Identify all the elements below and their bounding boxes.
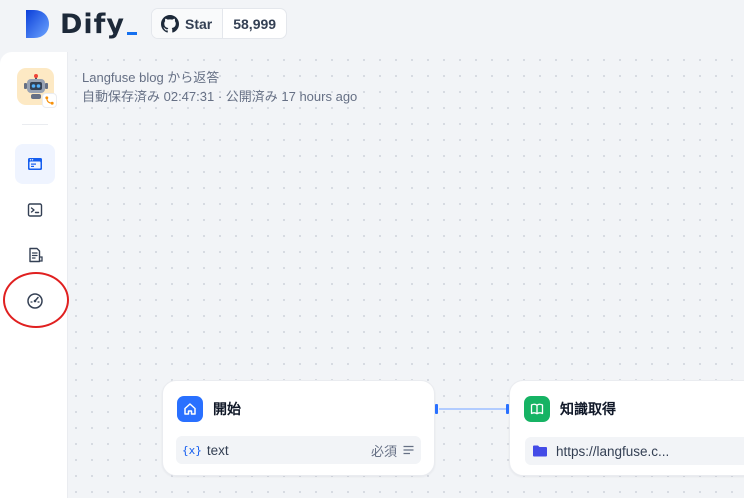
book-icon: [524, 396, 550, 422]
annotation-circle: [3, 272, 69, 328]
start-node[interactable]: 開始 {x} text 必須: [162, 380, 435, 476]
sidebar-divider: [22, 124, 48, 125]
knowledge-node-title: 知識取得: [560, 401, 616, 417]
terminal-icon: [27, 203, 43, 217]
knowledge-retrieval-node[interactable]: 知識取得 https://langfuse.c...: [509, 380, 744, 476]
github-star-button[interactable]: Star: [152, 9, 224, 38]
workflow-icon: [45, 96, 54, 105]
node-connection-edge[interactable]: [439, 408, 508, 410]
github-star-label: Star: [185, 15, 213, 32]
knowledge-dataset-name: https://langfuse.c...: [556, 443, 670, 459]
sidebar-item-app-overview[interactable]: [15, 144, 55, 184]
logo-cursor: [127, 31, 138, 35]
save-status: 自動保存済み 02:47:31 · 公開済み 17 hours ago: [82, 89, 358, 104]
start-node-header: 開始: [177, 396, 241, 422]
required-label: 必須: [370, 443, 397, 459]
dify-logo-mark: [24, 8, 50, 40]
start-variable-name: text: [206, 442, 229, 458]
github-icon: [161, 14, 179, 33]
start-node-title: 開始: [213, 401, 241, 417]
app-info: Langfuse blog から返答 自動保存済み 02:47:31 · 公開済…: [82, 68, 357, 106]
start-variable-row[interactable]: {x} text 必須: [176, 436, 421, 464]
home-icon: [177, 396, 203, 422]
github-star-widget[interactable]: Star 58,999: [151, 8, 288, 39]
app-title: Langfuse blog から返答: [82, 70, 220, 85]
document-icon: [29, 247, 43, 263]
sidebar-item-logs[interactable]: [15, 190, 55, 230]
text-type-icon: [403, 445, 414, 455]
start-node-output-handle[interactable]: [435, 404, 438, 414]
knowledge-dataset-row[interactable]: https://langfuse.c...: [525, 437, 744, 465]
app-avatar[interactable]: [17, 68, 57, 108]
github-star-count[interactable]: 58,999: [223, 9, 286, 38]
knowledge-node-input-handle[interactable]: [506, 404, 509, 414]
top-header: Dify Star 58,999: [0, 0, 744, 52]
dify-logo[interactable]: Dify: [24, 8, 138, 40]
folder-icon: [533, 445, 547, 457]
window-icon: [28, 158, 42, 170]
dify-logo-text: Dify: [60, 8, 126, 40]
variable-icon: {x}: [182, 443, 202, 457]
sidebar-item-annotations[interactable]: [15, 235, 55, 275]
app-type-badge: [42, 93, 57, 108]
knowledge-node-header: 知識取得: [524, 396, 616, 422]
